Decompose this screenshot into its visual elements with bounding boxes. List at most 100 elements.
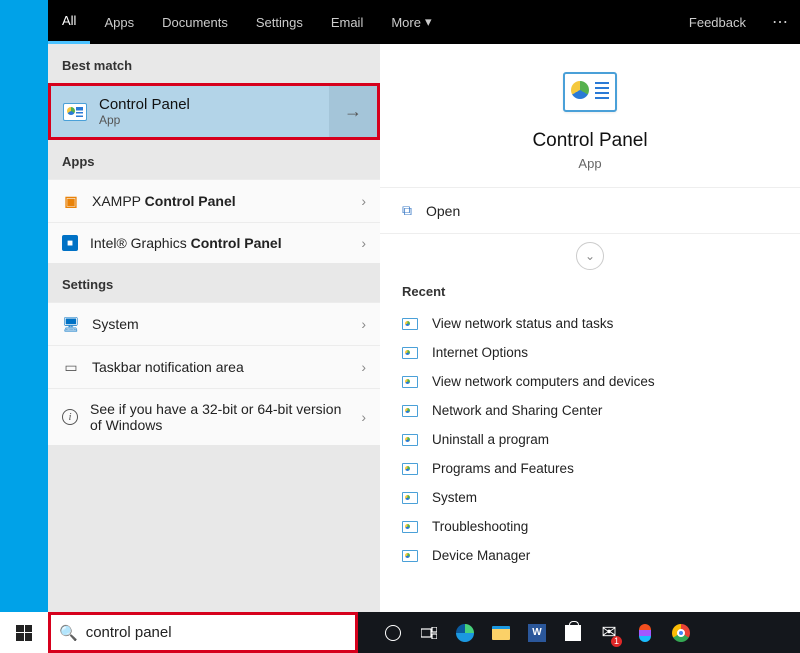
best-match-subtitle: App [99, 113, 190, 127]
display-icon: 🖥 [62, 315, 80, 333]
settings-result-label: Taskbar notification area [92, 359, 349, 375]
store-icon [565, 625, 581, 641]
recent-item-label: Device Manager [432, 548, 530, 563]
section-recent: Recent [402, 284, 778, 299]
app-result[interactable]: ■ Intel® Graphics Control Panel › [48, 222, 380, 263]
control-panel-icon [402, 550, 418, 562]
cortana-button[interactable] [376, 612, 410, 653]
taskbar-app-word[interactable]: W [520, 612, 554, 653]
info-icon: i [62, 409, 78, 425]
chevron-right-icon: › [361, 359, 366, 375]
best-match-title: Control Panel [99, 96, 190, 113]
tab-settings[interactable]: Settings [242, 0, 317, 44]
best-match-result[interactable]: Control Panel App → [48, 83, 380, 140]
taskbar-search[interactable]: 🔍 [48, 612, 358, 653]
search-icon: 🔍 [59, 624, 78, 642]
chevron-right-icon: › [361, 193, 366, 209]
cortana-icon [385, 625, 401, 641]
app-result[interactable]: ▣XAMPP Control Panel› [48, 179, 380, 222]
start-menu: All Apps Documents Settings Email More ▾… [48, 0, 800, 612]
recent-item[interactable]: Troubleshooting [402, 512, 778, 541]
open-label: Open [426, 203, 460, 219]
file-explorer-icon [492, 626, 510, 640]
settings-result[interactable]: i See if you have a 32-bit or 64-bit vers… [48, 388, 380, 445]
tab-email[interactable]: Email [317, 0, 378, 44]
chevron-down-icon: ▾ [425, 14, 432, 30]
recent-item[interactable]: Internet Options [402, 338, 778, 367]
open-action[interactable]: ⧉ Open [380, 187, 800, 234]
tab-apps[interactable]: Apps [90, 0, 148, 44]
chrome-icon [672, 624, 690, 642]
recent-item-label: Network and Sharing Center [432, 403, 602, 418]
mail-badge: 1 [611, 636, 622, 647]
taskbar: 🔍 W ✉1 [0, 612, 800, 653]
control-panel-icon [402, 463, 418, 475]
settings-result-label: System [92, 316, 349, 332]
intel-icon: ■ [62, 235, 78, 251]
results-pane: Best match Control Panel App → Apps ▣XAM… [48, 44, 380, 612]
task-view-button[interactable] [412, 612, 446, 653]
control-panel-icon [63, 103, 87, 121]
taskbar-app-chrome[interactable] [664, 612, 698, 653]
control-panel-icon [402, 405, 418, 417]
more-options-button[interactable]: ⋯ [760, 0, 800, 44]
section-best-match: Best match [48, 44, 380, 83]
recent-item-label: Uninstall a program [432, 432, 549, 447]
taskbar-app-figma[interactable] [628, 612, 662, 653]
control-panel-icon [402, 347, 418, 359]
recent-item[interactable]: View network computers and devices [402, 367, 778, 396]
tab-more-label: More [391, 15, 421, 30]
recent-item[interactable]: Network and Sharing Center [402, 396, 778, 425]
figma-icon [639, 624, 651, 642]
preview-pane: Control Panel App ⧉ Open ⌄ Recent View n… [380, 44, 800, 612]
word-icon: W [528, 624, 546, 642]
recent-item-label: System [432, 490, 477, 505]
taskbar-app-store[interactable] [556, 612, 590, 653]
recent-item[interactable]: System [402, 483, 778, 512]
recent-item-label: View network computers and devices [432, 374, 655, 389]
recent-item[interactable]: View network status and tasks [402, 309, 778, 338]
taskbar-icon: ▭ [62, 358, 80, 376]
preview-subtitle: App [578, 156, 601, 171]
edge-icon [456, 624, 474, 642]
taskbar-app-explorer[interactable] [484, 612, 518, 653]
settings-result[interactable]: 🖥 System › [48, 302, 380, 345]
control-panel-icon [402, 376, 418, 388]
control-panel-icon [402, 434, 418, 446]
tab-documents[interactable]: Documents [148, 0, 242, 44]
search-input[interactable] [86, 624, 347, 641]
control-panel-icon [402, 318, 418, 330]
chevron-down-icon: ⌄ [585, 249, 595, 263]
recent-item-label: View network status and tasks [432, 316, 613, 331]
taskbar-app-mail[interactable]: ✉1 [592, 612, 626, 653]
xampp-icon: ▣ [62, 192, 80, 210]
settings-result-label: See if you have a 32-bit or 64-bit versi… [90, 401, 349, 433]
windows-icon [16, 625, 32, 641]
control-panel-icon [402, 492, 418, 504]
chevron-right-icon: › [361, 316, 366, 332]
tab-more[interactable]: More ▾ [377, 0, 445, 44]
chevron-right-icon: › [361, 409, 366, 425]
search-tabs: All Apps Documents Settings Email More ▾… [48, 0, 800, 44]
recent-item-label: Internet Options [432, 345, 528, 360]
tab-all[interactable]: All [48, 0, 90, 44]
taskbar-app-edge[interactable] [448, 612, 482, 653]
open-icon: ⧉ [402, 202, 412, 219]
expand-button[interactable]: ⌄ [576, 242, 604, 270]
chevron-right-icon: › [361, 235, 366, 251]
start-button[interactable] [0, 612, 48, 653]
best-match-arrow[interactable]: → [329, 86, 377, 137]
recent-item-label: Troubleshooting [432, 519, 528, 534]
recent-item[interactable]: Device Manager [402, 541, 778, 570]
feedback-link[interactable]: Feedback [675, 0, 760, 44]
section-apps: Apps [48, 140, 380, 179]
control-panel-icon [402, 521, 418, 533]
app-result-label: Intel® Graphics Control Panel [90, 235, 349, 251]
recent-item[interactable]: Uninstall a program [402, 425, 778, 454]
section-settings: Settings [48, 263, 380, 302]
task-view-icon [421, 627, 437, 639]
settings-result[interactable]: ▭ Taskbar notification area › [48, 345, 380, 388]
recent-item-label: Programs and Features [432, 461, 574, 476]
recent-item[interactable]: Programs and Features [402, 454, 778, 483]
control-panel-icon [563, 72, 617, 112]
